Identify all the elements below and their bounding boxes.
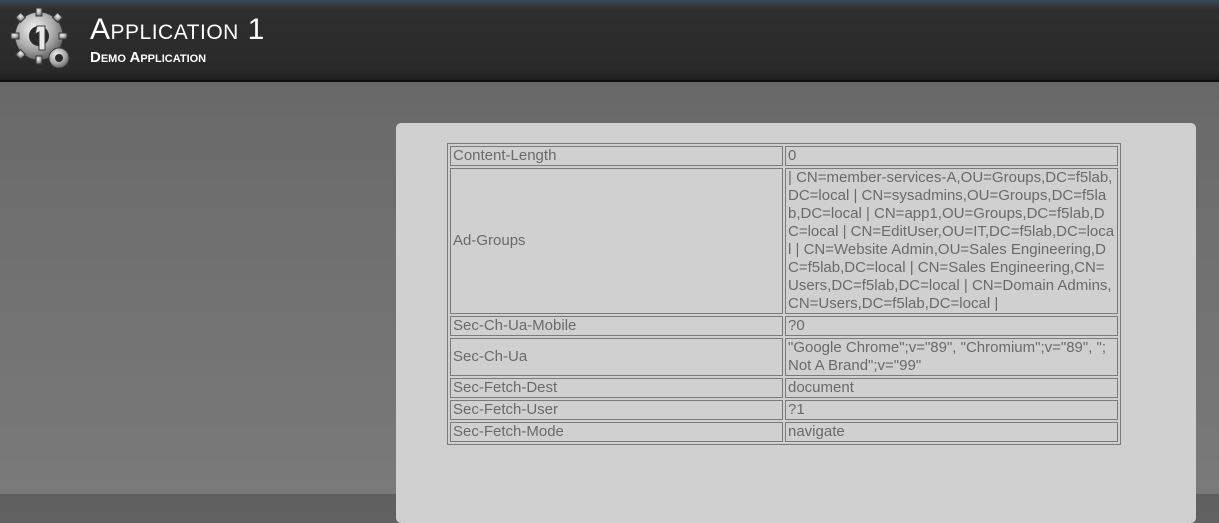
header-name-cell: Sec-Ch-Ua: [450, 338, 783, 376]
gear-logo-icon[interactable]: [9, 6, 75, 72]
content-panel: Content-Length 0 Ad-Groups | CN=member-serv…: [396, 123, 1196, 523]
request-headers-table: Content-Length 0 Ad-Groups | CN=member-serv…: [447, 143, 1121, 445]
header-name-cell: Ad-Groups: [450, 168, 783, 314]
header-name-cell: Sec-Fetch-Mode: [450, 422, 783, 442]
table-row: Sec-Fetch-User ?1: [450, 400, 1118, 420]
table-row: Sec-Fetch-Mode navigate: [450, 422, 1118, 442]
app-header: Application 1 Demo Application: [0, 0, 1219, 82]
header-value-cell: "Google Chrome";v="89", "Chromium";v="89…: [785, 338, 1118, 376]
header-name-cell: Content-Length: [450, 146, 783, 166]
header-value-cell: ?0: [785, 316, 1118, 336]
table-row: Sec-Ch-Ua-Mobile ?0: [450, 316, 1118, 336]
header-value-cell: ?1: [785, 400, 1118, 420]
header-name-cell: Sec-Fetch-Dest: [450, 378, 783, 398]
app-subtitle: Demo Application: [90, 49, 207, 66]
header-value-cell: document: [785, 378, 1118, 398]
header-name-cell: Sec-Fetch-User: [450, 400, 783, 420]
table-row: Content-Length 0: [450, 146, 1118, 166]
table-row: Ad-Groups | CN=member-services-A,OU=Group…: [450, 168, 1118, 314]
header-value-cell: navigate: [785, 422, 1118, 442]
table-row: Sec-Fetch-Dest document: [450, 378, 1118, 398]
header-value-cell: 0: [785, 146, 1118, 166]
header-name-cell: Sec-Ch-Ua-Mobile: [450, 316, 783, 336]
header-value-cell: | CN=member-services-A,OU=Groups,DC=f5la…: [785, 168, 1118, 314]
app-title: Application 1: [90, 13, 265, 46]
table-row: Sec-Ch-Ua "Google Chrome";v="89", "Chromi…: [450, 338, 1118, 376]
